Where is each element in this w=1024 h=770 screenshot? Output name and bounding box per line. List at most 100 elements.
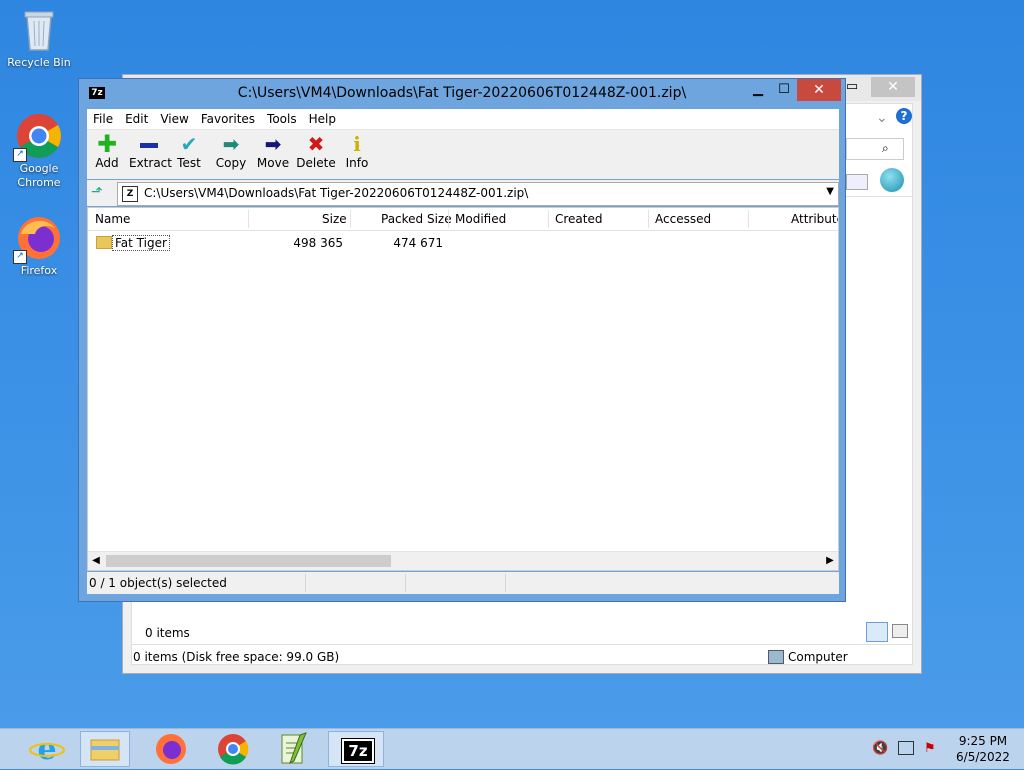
move-button[interactable]: ➡ Move — [253, 132, 293, 170]
close-button[interactable]: ✕ — [797, 79, 841, 101]
column-accessed[interactable]: Accessed — [655, 212, 711, 226]
file-explorer-icon — [90, 739, 120, 761]
selection-status: 0 / 1 object(s) selected — [89, 576, 227, 590]
shortcut-arrow-icon: ↗ — [13, 148, 27, 162]
row-name: Fat Tiger — [112, 235, 170, 251]
delete-button[interactable]: ✖ Delete — [296, 132, 336, 170]
taskbar-chrome[interactable] — [208, 731, 258, 767]
desktop-icon-label: Google Chrome — [17, 162, 61, 189]
divider — [132, 644, 912, 645]
x-icon: ✖ — [307, 132, 325, 156]
search-input[interactable] — [846, 138, 904, 160]
check-icon: ✔ — [180, 132, 198, 156]
network-icon[interactable] — [898, 741, 914, 755]
desktop-icon-recycle-bin[interactable]: Recycle Bin — [1, 6, 77, 70]
column-separator — [448, 210, 449, 228]
column-separator — [350, 210, 351, 228]
menu-tools[interactable]: Tools — [261, 109, 303, 129]
chrome-icon — [218, 734, 249, 765]
items-count: 0 items — [145, 626, 190, 640]
arrow-right-icon: ➡ — [222, 132, 240, 156]
copy-button[interactable]: ➡ Copy — [211, 132, 251, 170]
action-center-alert-icon[interactable]: ⚑ — [924, 741, 936, 756]
desktop-icon-firefox[interactable]: ↗ Firefox — [1, 214, 77, 278]
close-button[interactable]: ✕ — [871, 77, 915, 97]
extract-button[interactable]: Extract — [129, 132, 172, 170]
firefox-icon — [156, 734, 186, 764]
arrow-right-icon: ➡ — [264, 132, 282, 156]
taskbar: e 7z 🔇 ⚑ 9:25 PM 6/5/2022 — [0, 728, 1024, 769]
toolbar: ✚ Add Extract ✔ Test ➡ Copy ➡ Move ✖ Del… — [87, 130, 839, 179]
add-button[interactable]: ✚ Add — [87, 132, 127, 170]
shortcut-arrow-icon: ↗ — [13, 250, 27, 264]
menu-help[interactable]: Help — [303, 109, 342, 129]
taskbar-internet-explorer[interactable]: e — [22, 731, 72, 767]
window-title: C:\Users\VM4\Downloads\Fat Tiger-2022060… — [237, 85, 687, 101]
status-separator — [405, 574, 406, 592]
minimize-button[interactable]: ▁ — [745, 79, 771, 101]
7zip-window[interactable]: 7z C:\Users\VM4\Downloads\Fat Tiger-2022… — [78, 78, 846, 602]
taskbar-7zip[interactable]: 7z — [328, 731, 384, 767]
row-packed-size: 474 671 — [393, 236, 443, 250]
file-list[interactable]: Name Size Packed Size Modified Created A… — [87, 207, 839, 571]
column-separator — [248, 210, 249, 228]
volume-muted-icon[interactable]: 🔇 — [872, 741, 888, 756]
svg-text:e: e — [37, 732, 56, 767]
desktop-icon-label: Firefox — [20, 264, 58, 277]
7zip-icon: 7z — [341, 738, 375, 764]
taskbar-notepad-plus[interactable] — [268, 731, 318, 767]
menu-file[interactable]: File — [87, 109, 119, 129]
info-button[interactable]: i Info — [337, 132, 377, 170]
horizontal-scrollbar[interactable]: ◀ ▶ — [88, 551, 838, 570]
taskbar-firefox[interactable] — [146, 731, 196, 767]
column-created[interactable]: Created — [555, 212, 603, 226]
location-label: Computer — [788, 650, 848, 664]
status-separator — [505, 574, 506, 592]
column-separator — [548, 210, 549, 228]
minus-icon — [129, 132, 169, 156]
table-row[interactable]: Fat Tiger 498 365 474 671 — [88, 234, 838, 252]
column-headers: Name Size Packed Size Modified Created A… — [88, 208, 838, 231]
large-icons-view-icon[interactable] — [892, 624, 908, 638]
menu-bar: File Edit View Favorites Tools Help — [87, 109, 839, 130]
column-separator — [648, 210, 649, 228]
view-icon[interactable] — [846, 174, 868, 190]
status-separator — [305, 574, 306, 592]
chevron-down-icon[interactable]: ▼ — [826, 186, 834, 197]
disk-status: 0 items (Disk free space: 99.0 GB) — [133, 650, 340, 664]
menu-view[interactable]: View — [154, 109, 194, 129]
chevron-down-icon[interactable]: ⌄ — [876, 110, 888, 126]
desktop-icon-google-chrome[interactable]: ↗ Google Chrome — [1, 112, 77, 190]
column-attributes[interactable]: Attribute — [791, 212, 838, 226]
test-button[interactable]: ✔ Test — [169, 132, 209, 170]
scroll-left-icon[interactable]: ◀ — [88, 552, 104, 570]
help-icon[interactable]: ? — [896, 108, 912, 124]
computer-icon — [768, 650, 784, 664]
address-input[interactable]: Z C:\Users\VM4\Downloads\Fat Tiger-20220… — [117, 182, 839, 206]
search-icon[interactable]: ⌕ — [882, 141, 889, 156]
taskbar-file-explorer[interactable] — [80, 731, 130, 767]
notepad-icon — [281, 732, 307, 765]
clock-time: 9:25 PM — [958, 734, 1008, 748]
internet-explorer-icon: e — [29, 732, 65, 767]
menu-edit[interactable]: Edit — [119, 109, 154, 129]
column-size[interactable]: Size — [322, 212, 347, 226]
folder-up-icon[interactable]: ⬏ — [91, 184, 107, 200]
menu-favorites[interactable]: Favorites — [195, 109, 261, 129]
taskbar-clock[interactable]: 9:25 PM 6/5/2022 — [948, 733, 1018, 765]
scroll-right-icon[interactable]: ▶ — [822, 552, 838, 570]
desktop-icon-label: Recycle Bin — [7, 56, 71, 69]
scroll-thumb[interactable] — [106, 555, 391, 567]
shell-icon[interactable] — [880, 168, 904, 192]
plus-icon: ✚ — [96, 130, 118, 158]
window-titlebar[interactable]: 7z C:\Users\VM4\Downloads\Fat Tiger-2022… — [79, 79, 845, 107]
maximize-button[interactable]: ☐ — [771, 79, 797, 101]
column-packed-size[interactable]: Packed Size — [381, 212, 452, 226]
recycle-bin-icon — [15, 6, 63, 54]
status-bar: 0 / 1 object(s) selected — [87, 572, 839, 594]
firefox-icon: ↗ — [13, 214, 63, 264]
row-size: 498 365 — [293, 236, 343, 250]
column-name[interactable]: Name — [95, 212, 130, 226]
details-view-icon[interactable] — [866, 622, 888, 642]
column-modified[interactable]: Modified — [455, 212, 506, 226]
